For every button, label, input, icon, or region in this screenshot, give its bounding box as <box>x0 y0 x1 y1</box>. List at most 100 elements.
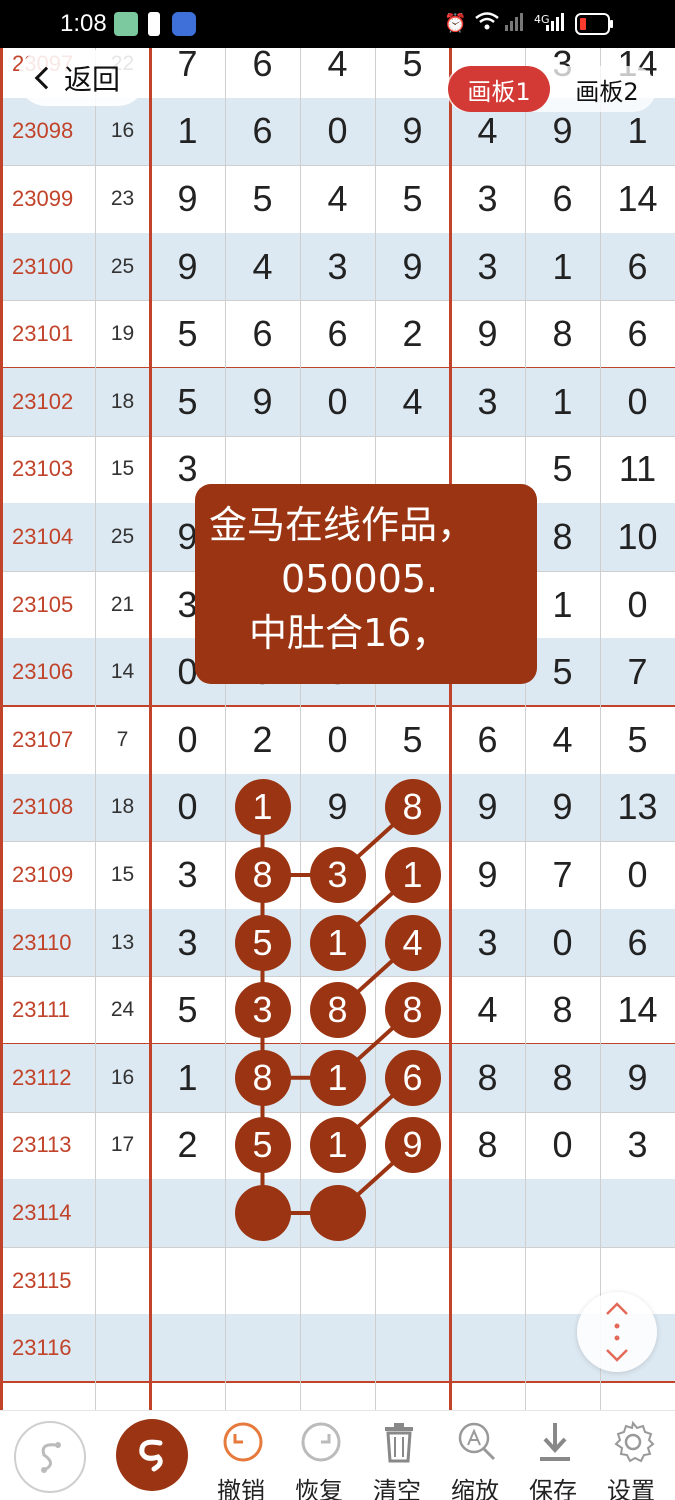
digit-cell[interactable]: 9 <box>300 774 375 842</box>
digit-cell[interactable]: 14 <box>600 976 675 1044</box>
digit-cell[interactable] <box>375 976 450 1044</box>
digit-cell[interactable]: 9 <box>600 1044 675 1112</box>
digit-cell[interactable]: 4 <box>375 368 450 436</box>
digit-cell[interactable] <box>225 1044 300 1112</box>
digit-cell[interactable] <box>300 1044 375 1112</box>
digit-cell[interactable] <box>525 1179 600 1247</box>
digit-cell[interactable]: 0 <box>525 909 600 977</box>
digit-cell[interactable] <box>300 841 375 909</box>
digit-cell[interactable] <box>300 1179 375 1247</box>
digit-cell[interactable]: 8 <box>525 300 600 368</box>
digit-cell[interactable]: 0 <box>525 1112 600 1180</box>
digit-cell[interactable]: 5 <box>375 165 450 233</box>
digit-cell[interactable] <box>300 1314 375 1382</box>
digit-cell[interactable] <box>225 1112 300 1180</box>
digit-cell[interactable] <box>150 1247 225 1315</box>
undo-button[interactable]: 撤销 <box>208 1419 274 1500</box>
digit-cell[interactable]: 2 <box>375 300 450 368</box>
digit-cell[interactable] <box>225 1314 300 1382</box>
digit-cell[interactable]: 3 <box>450 165 525 233</box>
note-popup[interactable]: 金马在线作品， 050005. 中肚合16， <box>195 484 537 684</box>
digit-cell[interactable]: 10 <box>600 503 675 571</box>
scroll-toggle-button[interactable] <box>577 1292 657 1372</box>
digit-cell[interactable]: 2 <box>225 706 300 774</box>
digit-cell[interactable]: 0 <box>300 706 375 774</box>
digit-cell[interactable]: 5 <box>600 706 675 774</box>
digit-cell[interactable] <box>375 1179 450 1247</box>
digit-cell[interactable]: 6 <box>600 909 675 977</box>
digit-cell[interactable]: 8 <box>525 976 600 1044</box>
digit-cell[interactable] <box>225 841 300 909</box>
digit-cell[interactable]: 6 <box>225 48 300 98</box>
digit-cell[interactable]: 13 <box>600 774 675 842</box>
digit-cell[interactable] <box>450 1247 525 1315</box>
digit-cell[interactable]: 5 <box>525 436 600 504</box>
digit-cell[interactable]: 3 <box>150 909 225 977</box>
digit-cell[interactable] <box>450 1314 525 1382</box>
digit-cell[interactable] <box>300 976 375 1044</box>
digit-cell[interactable]: 4 <box>300 48 375 98</box>
digit-cell[interactable]: 5 <box>225 165 300 233</box>
digit-cell[interactable]: 9 <box>450 774 525 842</box>
digit-cell[interactable] <box>375 1314 450 1382</box>
digit-cell[interactable]: 3 <box>150 841 225 909</box>
tab-board-2[interactable]: 画板2 <box>558 66 656 112</box>
digit-cell[interactable]: 9 <box>225 368 300 436</box>
digit-cell[interactable] <box>375 841 450 909</box>
digit-cell[interactable]: 11 <box>600 436 675 504</box>
digit-cell[interactable] <box>225 1247 300 1315</box>
digit-cell[interactable]: 6 <box>525 165 600 233</box>
tab-board-1[interactable]: 画板1 <box>448 66 550 112</box>
save-button[interactable]: 保存 <box>520 1419 586 1500</box>
digit-cell[interactable]: 3 <box>450 909 525 977</box>
digit-cell[interactable]: 4 <box>300 165 375 233</box>
digit-cell[interactable] <box>375 1044 450 1112</box>
digit-cell[interactable]: 9 <box>450 841 525 909</box>
back-button[interactable]: 返回 <box>18 50 146 106</box>
digit-cell[interactable] <box>375 774 450 842</box>
digit-cell[interactable]: 6 <box>225 300 300 368</box>
digit-cell[interactable]: 9 <box>450 300 525 368</box>
digit-cell[interactable]: 0 <box>600 368 675 436</box>
digit-cell[interactable] <box>300 1247 375 1315</box>
digit-cell[interactable] <box>375 909 450 977</box>
digit-cell[interactable]: 6 <box>600 300 675 368</box>
digit-cell[interactable] <box>150 1179 225 1247</box>
line-style-button[interactable] <box>14 1421 86 1493</box>
digit-cell[interactable]: 9 <box>375 233 450 301</box>
digit-cell[interactable] <box>150 1314 225 1382</box>
digit-cell[interactable]: 8 <box>450 1044 525 1112</box>
digit-cell[interactable] <box>600 1179 675 1247</box>
digit-cell[interactable] <box>300 909 375 977</box>
digit-cell[interactable]: 0 <box>300 98 375 166</box>
digit-cell[interactable]: 6 <box>225 98 300 166</box>
redo-button[interactable]: 恢复 <box>286 1419 352 1500</box>
digit-cell[interactable]: 3 <box>450 368 525 436</box>
digit-cell[interactable]: 7 <box>150 48 225 98</box>
digit-cell[interactable]: 8 <box>450 1112 525 1180</box>
digit-cell[interactable]: 7 <box>600 638 675 706</box>
digit-cell[interactable]: 1 <box>150 1044 225 1112</box>
digit-cell[interactable]: 5 <box>375 48 450 98</box>
digit-cell[interactable]: 9 <box>150 165 225 233</box>
draw-mode-button[interactable] <box>116 1419 188 1491</box>
settings-button[interactable]: 设置 <box>598 1419 664 1500</box>
digit-cell[interactable]: 6 <box>300 300 375 368</box>
digit-cell[interactable]: 1 <box>150 98 225 166</box>
number-grid[interactable]: 2309722764531423098161609491230992395453… <box>0 48 675 1410</box>
digit-cell[interactable]: 8 <box>525 1044 600 1112</box>
digit-cell[interactable]: 4 <box>450 976 525 1044</box>
digit-cell[interactable]: 4 <box>525 706 600 774</box>
digit-cell[interactable]: 2 <box>150 1112 225 1180</box>
digit-cell[interactable]: 9 <box>375 98 450 166</box>
digit-cell[interactable] <box>375 1247 450 1315</box>
digit-cell[interactable]: 0 <box>600 841 675 909</box>
digit-cell[interactable]: 0 <box>300 368 375 436</box>
digit-cell[interactable] <box>225 1179 300 1247</box>
digit-cell[interactable] <box>225 774 300 842</box>
digit-cell[interactable]: 7 <box>525 841 600 909</box>
digit-cell[interactable]: 9 <box>150 233 225 301</box>
digit-cell[interactable]: 0 <box>600 571 675 639</box>
digit-cell[interactable]: 3 <box>450 233 525 301</box>
zoom-button[interactable]: 缩放 <box>442 1419 508 1500</box>
